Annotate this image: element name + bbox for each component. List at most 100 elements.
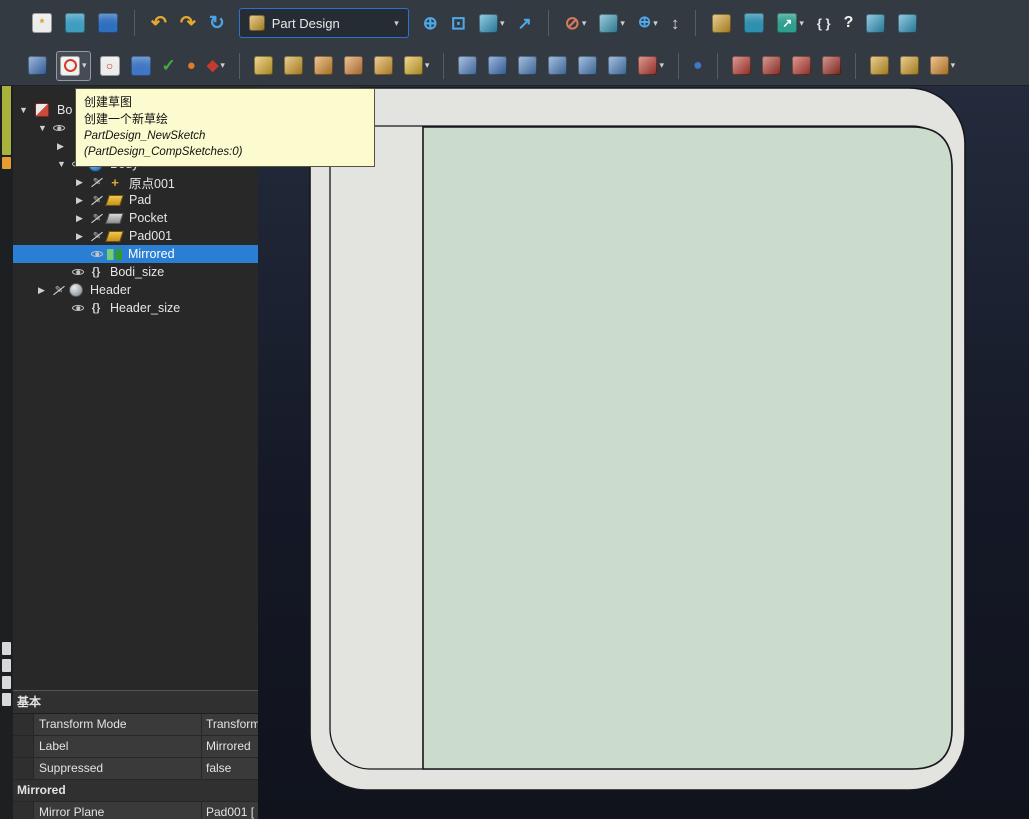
zoom-tool-button[interactable]: ⊕▾ — [636, 8, 660, 38]
create-group-button[interactable] — [742, 8, 766, 38]
zoom-selection-button[interactable]: ⊡ — [449, 8, 468, 38]
part-cube-button[interactable] — [710, 8, 733, 38]
tree-item-label: Pocket — [129, 211, 167, 225]
pad-icon — [254, 56, 273, 75]
dock-marker — [2, 676, 11, 689]
toolbar-separator — [548, 10, 549, 36]
view-sync-button[interactable]: ↗ — [515, 8, 533, 38]
polar-pattern-button[interactable]: ▾ — [928, 51, 958, 81]
property-row-gutter — [13, 736, 34, 757]
tree-item-header[interactable]: ▶✎Header — [13, 281, 258, 299]
zoom-in-button[interactable]: ⊕ — [421, 8, 440, 38]
view-box-button[interactable]: ▾ — [597, 8, 627, 38]
subtractive-helix-button[interactable] — [606, 51, 629, 81]
clone-button[interactable]: ◆▾ — [205, 51, 227, 81]
tree-item-label: Pad001 — [129, 229, 172, 243]
toolbar-separator — [678, 53, 679, 79]
dock-marker — [2, 157, 11, 169]
property-value[interactable]: Mirrored — [202, 736, 258, 757]
subtractive-primitive-button[interactable]: ▾ — [636, 51, 666, 81]
dock-marker — [2, 693, 11, 706]
additive-primitive-button[interactable]: ▾ — [402, 51, 432, 81]
map-sketch-icon — [131, 56, 151, 76]
tree-item-pocket[interactable]: ▶✎Pocket — [13, 209, 258, 227]
tree-item-bodi_size[interactable]: {}Bodi_size — [13, 263, 258, 281]
subtractive-helix-icon — [608, 56, 627, 75]
dock-marker — [2, 642, 11, 655]
tree-item-pad001[interactable]: ▶✎ Pad001 — [13, 227, 258, 245]
mirrored-transform-button[interactable] — [868, 51, 891, 81]
undo-button[interactable]: ↶ — [149, 8, 169, 38]
tree-expander-icon[interactable]: ▼ — [57, 160, 71, 169]
subtractive-loft-button[interactable] — [546, 51, 569, 81]
tree-item-原点001[interactable]: ▶✎+原点001 — [13, 173, 258, 191]
shapebinder-button[interactable]: ● — [185, 51, 198, 81]
dropdown-caret-icon: ▾ — [659, 61, 664, 70]
new-document-button[interactable]: * — [30, 8, 54, 38]
create-body-button[interactable] — [26, 51, 49, 81]
property-section-header: 基本 — [13, 691, 258, 714]
chamfer-button[interactable] — [760, 51, 783, 81]
revolution-button[interactable] — [282, 51, 305, 81]
additive-sweep-button[interactable] — [342, 51, 365, 81]
redo-button[interactable]: ↷ — [178, 8, 198, 38]
workbench-label: Part Design — [272, 16, 340, 31]
hole-icon — [488, 56, 507, 75]
pad-button[interactable] — [252, 51, 275, 81]
tree-expander-icon[interactable]: ▶ — [57, 142, 71, 151]
sphere-icon — [69, 283, 83, 297]
view-cube-a-button[interactable] — [864, 8, 887, 38]
clone-icon: ◆ — [207, 58, 219, 73]
export-share-button[interactable]: ↗▾ — [775, 8, 806, 38]
fillet-button[interactable] — [730, 51, 753, 81]
whats-this-button[interactable]: ? — [842, 8, 856, 38]
expression-braces-button[interactable]: { } — [815, 8, 833, 38]
chamfer-icon — [762, 56, 781, 75]
toolbar-separator — [443, 53, 444, 79]
hidden-slash-icon: ✎ — [90, 194, 104, 207]
tree-item-label: Bo — [57, 103, 72, 117]
tree-item-header_size[interactable]: {}Header_size — [13, 299, 258, 317]
view-cube-a-icon — [866, 14, 885, 33]
tree-expander-icon[interactable]: ▼ — [38, 124, 52, 133]
additive-helix-button[interactable] — [372, 51, 395, 81]
create-sketch-button[interactable]: ▾ — [56, 51, 91, 81]
tree-expander-icon[interactable]: ▼ — [19, 106, 33, 115]
linear-pattern-button[interactable] — [898, 51, 921, 81]
boolean-operation-button[interactable]: ● — [691, 51, 705, 81]
document-icon — [35, 103, 49, 117]
view-isometric-button[interactable]: ▾ — [477, 8, 507, 38]
open-document-icon — [65, 13, 85, 33]
property-value[interactable]: Pad001 [ — [202, 802, 258, 819]
additive-loft-button[interactable] — [312, 51, 335, 81]
tree-expander-icon[interactable]: ▶ — [76, 214, 90, 223]
subtractive-sweep-button[interactable] — [576, 51, 599, 81]
hidden-slash-icon: ✎ — [90, 230, 104, 243]
tree-expander-icon[interactable]: ▶ — [76, 196, 90, 205]
tree-expander-icon[interactable]: ▶ — [38, 286, 52, 295]
clipping-plane-button[interactable]: ⊘▾ — [563, 8, 589, 38]
refresh-button[interactable]: ↻ — [207, 8, 227, 38]
draft-button[interactable] — [790, 51, 813, 81]
3d-viewport[interactable] — [258, 85, 1029, 819]
validate-sketch-button[interactable]: ✓ — [160, 51, 178, 81]
tree-item-mirrored[interactable]: Mirrored — [13, 245, 258, 263]
model-top-face[interactable] — [423, 127, 952, 769]
property-value[interactable]: Transform — [202, 714, 258, 735]
tree-expander-icon[interactable]: ▶ — [76, 178, 90, 187]
expression-braces-icon: { } — [817, 17, 831, 30]
pocket-button[interactable] — [456, 51, 479, 81]
save-document-button[interactable] — [96, 8, 120, 38]
groove-button[interactable] — [516, 51, 539, 81]
map-sketch-button[interactable] — [129, 51, 153, 81]
thickness-button[interactable] — [820, 51, 843, 81]
open-document-button[interactable] — [63, 8, 87, 38]
hole-button[interactable] — [486, 51, 509, 81]
edit-sketch-button[interactable]: ○ — [98, 51, 122, 81]
tree-expander-icon[interactable]: ▶ — [76, 232, 90, 241]
tree-item-pad[interactable]: ▶✎Pad — [13, 191, 258, 209]
view-cube-b-button[interactable] — [896, 8, 919, 38]
measure-button[interactable]: ↕ — [669, 8, 682, 38]
workbench-selector[interactable]: Part Design ▾ — [239, 8, 409, 38]
property-value[interactable]: false — [202, 758, 258, 779]
